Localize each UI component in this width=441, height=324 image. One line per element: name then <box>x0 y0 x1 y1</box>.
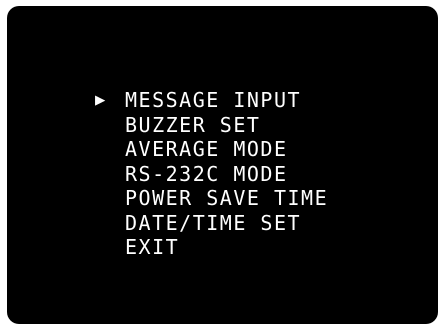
menu-item-label: MESSAGE INPUT <box>125 88 302 112</box>
selection-arrow-icon: ▶ <box>95 90 107 110</box>
menu-item-label: BUZZER SET <box>125 112 261 137</box>
osd-screen: ▶ MESSAGE INPUT BUZZER SET AVERAGE MODE … <box>7 6 438 324</box>
menu-item-exit[interactable]: EXIT <box>95 235 328 260</box>
menu-item-label: DATE/TIME SET <box>125 210 302 235</box>
menu-item-rs232c-mode[interactable]: RS-232C MODE <box>95 162 328 187</box>
menu-item-label: EXIT <box>125 235 180 259</box>
settings-menu: ▶ MESSAGE INPUT BUZZER SET AVERAGE MODE … <box>95 88 328 260</box>
menu-item-label: RS-232C MODE <box>125 161 288 186</box>
menu-item-message-input[interactable]: ▶ MESSAGE INPUT <box>95 88 328 113</box>
menu-item-buzzer-set[interactable]: BUZZER SET <box>95 113 328 138</box>
menu-item-date-time-set[interactable]: DATE/TIME SET <box>95 211 328 236</box>
menu-item-power-save-time[interactable]: POWER SAVE TIME <box>95 186 328 211</box>
menu-item-label: POWER SAVE TIME <box>125 186 329 210</box>
menu-item-label: AVERAGE MODE <box>125 137 288 161</box>
menu-item-average-mode[interactable]: AVERAGE MODE <box>95 137 328 162</box>
